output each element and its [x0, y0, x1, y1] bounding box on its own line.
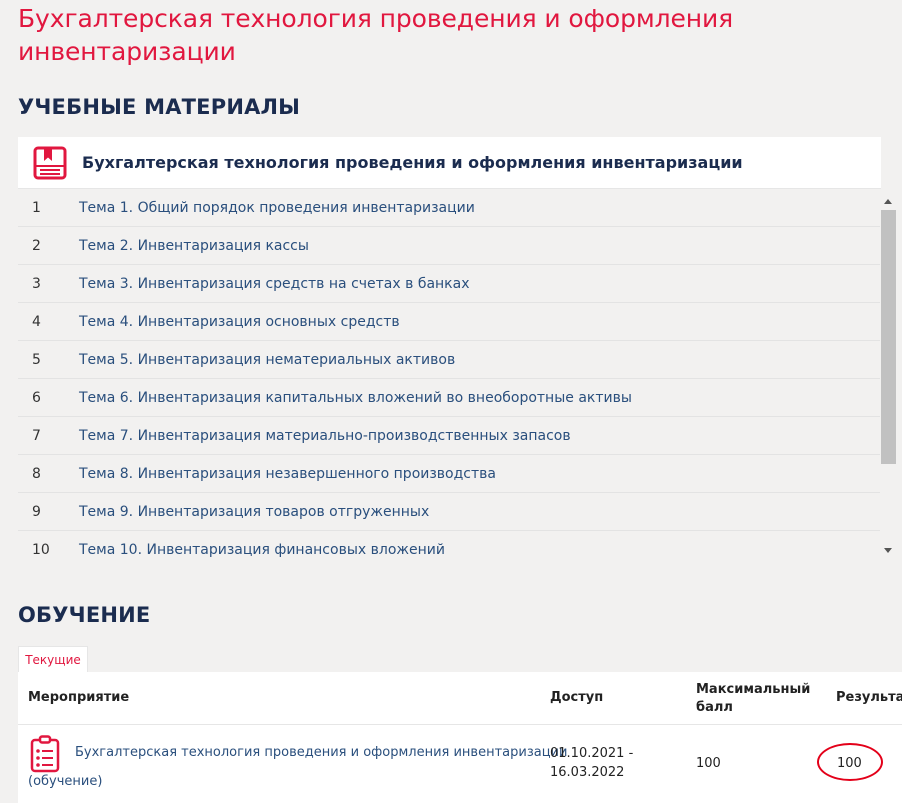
- topic-link[interactable]: Тема 4. Инвентаризация основных средств: [79, 314, 400, 330]
- topic-number: 10: [32, 541, 50, 558]
- scroll-up-arrow-icon[interactable]: [884, 199, 892, 204]
- page-title: Бухгалтерская технология проведения и оф…: [18, 4, 734, 66]
- access-from: 01.10.2021 -: [550, 746, 634, 761]
- column-header-result: Результат: [836, 690, 902, 705]
- column-header-access: Доступ: [550, 690, 604, 705]
- course-header: Бухгалтерская технология проведения и оф…: [18, 137, 881, 189]
- result-highlight-circle: [817, 743, 883, 781]
- topic-link[interactable]: Тема 6. Инвентаризация капитальных вложе…: [79, 390, 632, 406]
- topic-row: 3 Тема 3. Инвентаризация средств на счет…: [18, 265, 880, 303]
- topic-row: 6 Тема 6. Инвентаризация капитальных вло…: [18, 379, 880, 417]
- topic-link[interactable]: Тема 3. Инвентаризация средств на счетах…: [79, 276, 470, 292]
- column-header-event: Мероприятие: [28, 690, 130, 705]
- topic-row: 5 Тема 5. Инвентаризация нематериальных …: [18, 341, 880, 379]
- scroll-down-arrow-icon[interactable]: [884, 548, 892, 553]
- topic-link[interactable]: Тема 9. Инвентаризация товаров отгруженн…: [79, 504, 429, 520]
- topic-number: 4: [32, 313, 41, 330]
- topic-row: 1 Тема 1. Общий порядок проведения инвен…: [18, 189, 880, 227]
- clipboard-icon: [30, 735, 60, 773]
- topic-row: 2 Тема 2. Инвентаризация кассы: [18, 227, 880, 265]
- access-to: 16.03.2022: [550, 765, 625, 780]
- column-header-max-score-line2: балл: [696, 700, 733, 715]
- topic-link[interactable]: Тема 8. Инвентаризация незавершенного пр…: [79, 466, 496, 482]
- tab-current[interactable]: Текущие: [18, 646, 88, 672]
- scrollbar-thumb[interactable]: [881, 210, 896, 464]
- course-name: Бухгалтерская технология проведения и оф…: [82, 153, 743, 172]
- topic-number: 7: [32, 427, 41, 444]
- event-type-link[interactable]: (обучение): [28, 772, 102, 792]
- topic-number: 5: [32, 351, 41, 368]
- column-header-max-score-line1: Максимальный: [696, 682, 811, 697]
- topic-row: 7 Тема 7. Инвентаризация материально-про…: [18, 417, 880, 455]
- topic-number: 9: [32, 503, 41, 520]
- book-icon: [33, 146, 67, 179]
- topic-link[interactable]: Тема 10. Инвентаризация финансовых вложе…: [79, 542, 445, 558]
- training-table: Мероприятие Доступ Максимальный балл Рез…: [18, 672, 902, 803]
- topic-number: 8: [32, 465, 41, 482]
- topic-link[interactable]: Тема 1. Общий порядок проведения инвента…: [79, 200, 475, 216]
- event-title-link[interactable]: Бухгалтерская технология проведения и оф…: [75, 743, 567, 763]
- max-score-value: 100: [696, 756, 721, 771]
- topic-number: 6: [32, 389, 41, 406]
- materials-section-title: УЧЕБНЫЕ МАТЕРИАЛЫ: [18, 95, 301, 119]
- topic-row: 8 Тема 8. Инвентаризация незавершенного …: [18, 455, 880, 493]
- training-section-title: ОБУЧЕНИЕ: [18, 603, 151, 627]
- topic-number: 3: [32, 275, 41, 292]
- topic-row: 4 Тема 4. Инвентаризация основных средст…: [18, 303, 880, 341]
- topic-link[interactable]: Тема 7. Инвентаризация материально-произ…: [79, 428, 571, 444]
- topic-number: 2: [32, 237, 41, 254]
- column-header-max-score: Максимальный балл: [696, 681, 810, 717]
- topic-link[interactable]: Тема 5. Инвентаризация нематериальных ак…: [79, 352, 455, 368]
- topics-list: 1 Тема 1. Общий порядок проведения инвен…: [18, 189, 880, 567]
- topic-link[interactable]: Тема 2. Инвентаризация кассы: [79, 238, 309, 254]
- topics-scrollbar[interactable]: [880, 189, 897, 563]
- table-divider: [18, 724, 902, 725]
- topic-row: 10 Тема 10. Инвентаризация финансовых вл…: [18, 531, 880, 567]
- topic-row: 9 Тема 9. Инвентаризация товаров отгруже…: [18, 493, 880, 531]
- topic-number: 1: [32, 199, 41, 216]
